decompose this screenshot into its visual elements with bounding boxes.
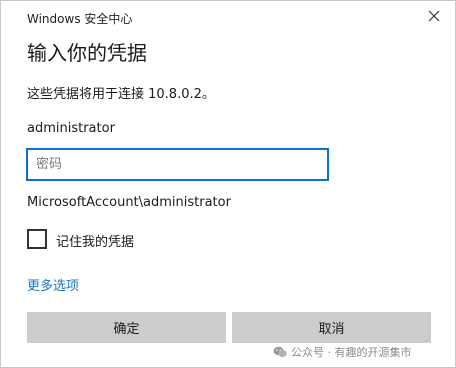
close-button[interactable] [425, 7, 443, 25]
remember-label[interactable]: 记住我的凭据 [56, 231, 134, 250]
username-label: administrator [27, 121, 115, 136]
cancel-button[interactable]: 取消 [232, 312, 431, 343]
watermark: 公众号 · 有趣的开源集市 [273, 345, 412, 359]
close-icon [428, 10, 440, 22]
remember-checkbox[interactable] [27, 229, 47, 249]
more-options-link[interactable]: 更多选项 [27, 275, 79, 294]
window-title: Windows 安全中心 [27, 12, 133, 26]
password-input[interactable] [26, 148, 329, 181]
connection-description: 这些凭据将用于连接 10.8.0.2。 [27, 87, 215, 102]
credential-dialog: Windows 安全中心 输入你的凭据 这些凭据将用于连接 10.8.0.2。 … [0, 0, 456, 368]
ok-button[interactable]: 确定 [27, 312, 226, 343]
wechat-icon [273, 346, 287, 358]
account-full-name: MicrosoftAccount\administrator [27, 195, 231, 210]
dialog-heading: 输入你的凭据 [27, 41, 147, 65]
watermark-text: 公众号 · 有趣的开源集市 [291, 346, 412, 359]
